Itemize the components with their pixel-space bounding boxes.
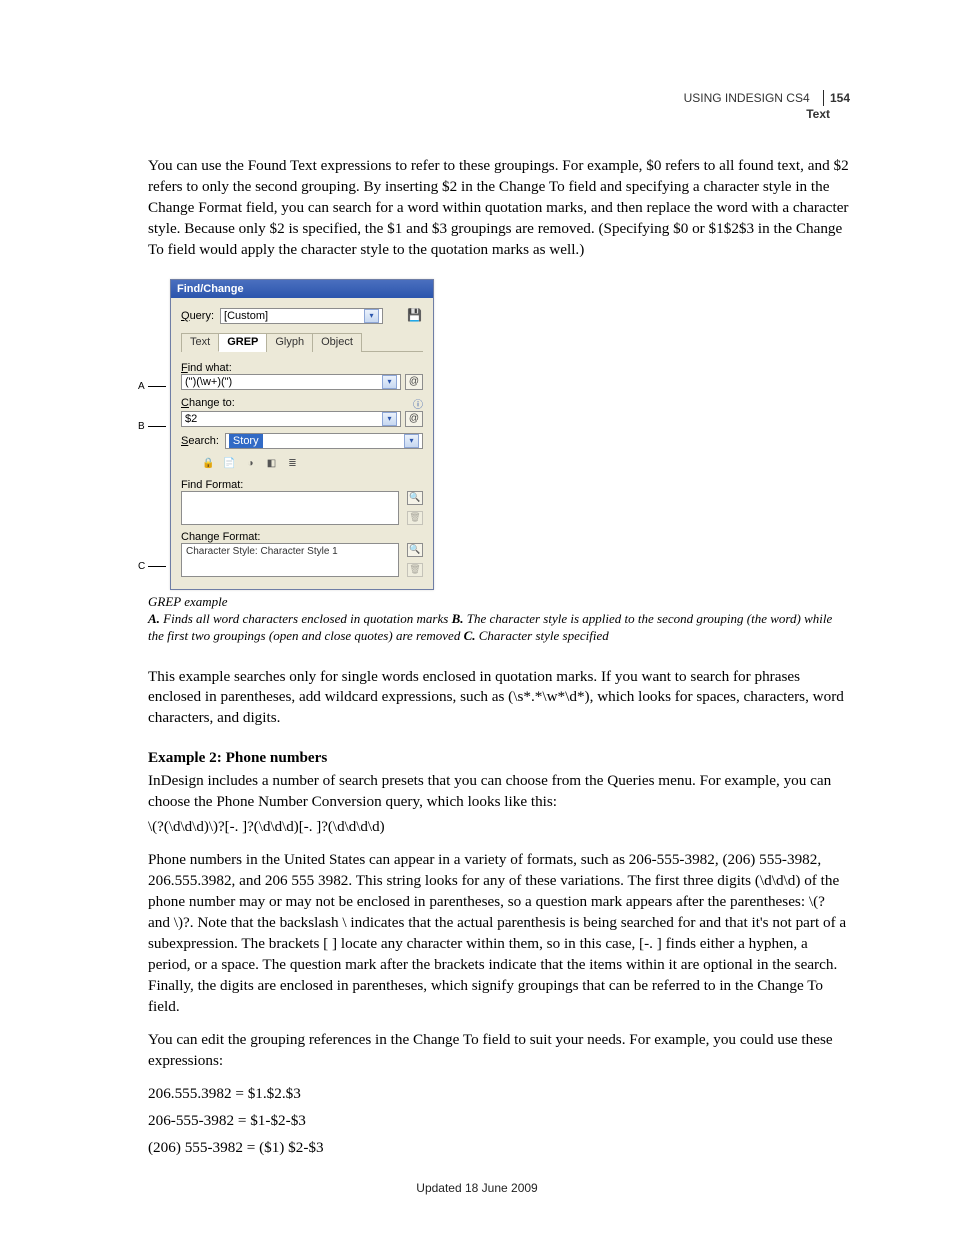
chevron-down-icon[interactable]: ▾ — [382, 412, 397, 426]
tab-glyph[interactable]: Glyph — [266, 333, 313, 352]
tab-grep[interactable]: GREP — [218, 333, 267, 352]
locked-layers-icon[interactable]: 🔒 — [201, 457, 216, 471]
grep-dialog-figure: A B C Find/Change Query: [Custom] ▾ — [154, 279, 454, 590]
chevron-down-icon[interactable]: ▾ — [364, 309, 379, 323]
save-query-icon[interactable]: 💾 — [407, 308, 423, 324]
regex-code: \(?(\d\d\d)\)?[-. ]?(\d\d\d)[-. ]?(\d\d\… — [148, 819, 850, 836]
change-format-box[interactable]: Character Style: Character Style 1 — [181, 543, 399, 577]
find-change-dialog: Find/Change Query: [Custom] ▾ 💾 Text GRE — [170, 279, 434, 590]
tab-text[interactable]: Text — [181, 333, 219, 352]
change-format-label: Change Format: — [181, 531, 423, 543]
callout-b: B — [138, 421, 145, 432]
find-format-box[interactable] — [181, 491, 399, 525]
find-what-input[interactable]: (")(\w+)(") ▾ — [181, 374, 401, 390]
clear-format-icon[interactable]: 🗑 — [407, 563, 423, 577]
locked-stories-icon[interactable]: 📄 — [222, 457, 237, 471]
page-number: 154 — [830, 91, 850, 105]
chevron-down-icon[interactable]: ▾ — [404, 434, 419, 448]
search-label: Search: — [181, 435, 219, 447]
hidden-layers-icon[interactable]: ◑ — [243, 457, 258, 471]
search-scope-combo[interactable]: Story ▾ — [225, 433, 423, 449]
clear-format-icon[interactable]: 🗑 — [407, 511, 423, 525]
query-label: Query: — [181, 310, 214, 322]
special-chars-icon[interactable]: @ — [405, 411, 423, 427]
example-expression-3: (206) 555-3982 = ($1) $2-$3 — [148, 1138, 850, 1159]
query-row: Query: [Custom] ▾ 💾 — [181, 308, 423, 324]
info-icon: ⓘ — [413, 396, 423, 411]
example-expression-2: 206-555-3982 = $1-$2-$3 — [148, 1111, 850, 1132]
footnotes-icon[interactable]: ≣ — [285, 457, 300, 471]
find-what-label: Find what: — [181, 362, 423, 374]
callout-a: A — [138, 381, 145, 392]
figure-caption: GREP example A. Finds all word character… — [148, 594, 850, 645]
dialog-titlebar: Find/Change — [171, 280, 433, 298]
example-expression-1: 206.555.3982 = $1.$2.$3 — [148, 1084, 850, 1105]
tab-strip: Text GREP Glyph Object — [181, 332, 423, 352]
search-option-icons: 🔒 📄 ◑ ◧ ≣ — [201, 457, 423, 471]
page-footer: Updated 18 June 2009 — [0, 1181, 954, 1195]
example2-heading: Example 2: Phone numbers — [148, 749, 850, 767]
chevron-down-icon[interactable]: ▾ — [382, 375, 397, 389]
body-content: You can use the Found Text expressions t… — [148, 156, 850, 1159]
paragraph-5: You can edit the grouping references in … — [148, 1030, 850, 1072]
special-chars-icon[interactable]: @ — [405, 374, 423, 390]
master-pages-icon[interactable]: ◧ — [264, 457, 279, 471]
header-title: USING INDESIGN CS4 — [684, 90, 814, 106]
paragraph-1: You can use the Found Text expressions t… — [148, 156, 850, 261]
tab-object[interactable]: Object — [312, 333, 362, 352]
find-format-label: Find Format: — [181, 479, 423, 491]
header-section: Text — [806, 107, 850, 121]
running-header: USING INDESIGN CS4 154 Text — [684, 90, 850, 122]
callout-c: C — [138, 561, 145, 572]
change-to-label: Change to: ⓘ — [181, 396, 423, 411]
query-combo[interactable]: [Custom] ▾ — [220, 308, 383, 324]
specify-format-icon[interactable]: 🔍 — [407, 543, 423, 557]
page: USING INDESIGN CS4 154 Text You can use … — [0, 0, 954, 1235]
paragraph-3: InDesign includes a number of search pre… — [148, 771, 850, 813]
change-to-input[interactable]: $2 ▾ — [181, 411, 401, 427]
specify-format-icon[interactable]: 🔍 — [407, 491, 423, 505]
paragraph-2: This example searches only for single wo… — [148, 667, 850, 730]
paragraph-4: Phone numbers in the United States can a… — [148, 850, 850, 1018]
